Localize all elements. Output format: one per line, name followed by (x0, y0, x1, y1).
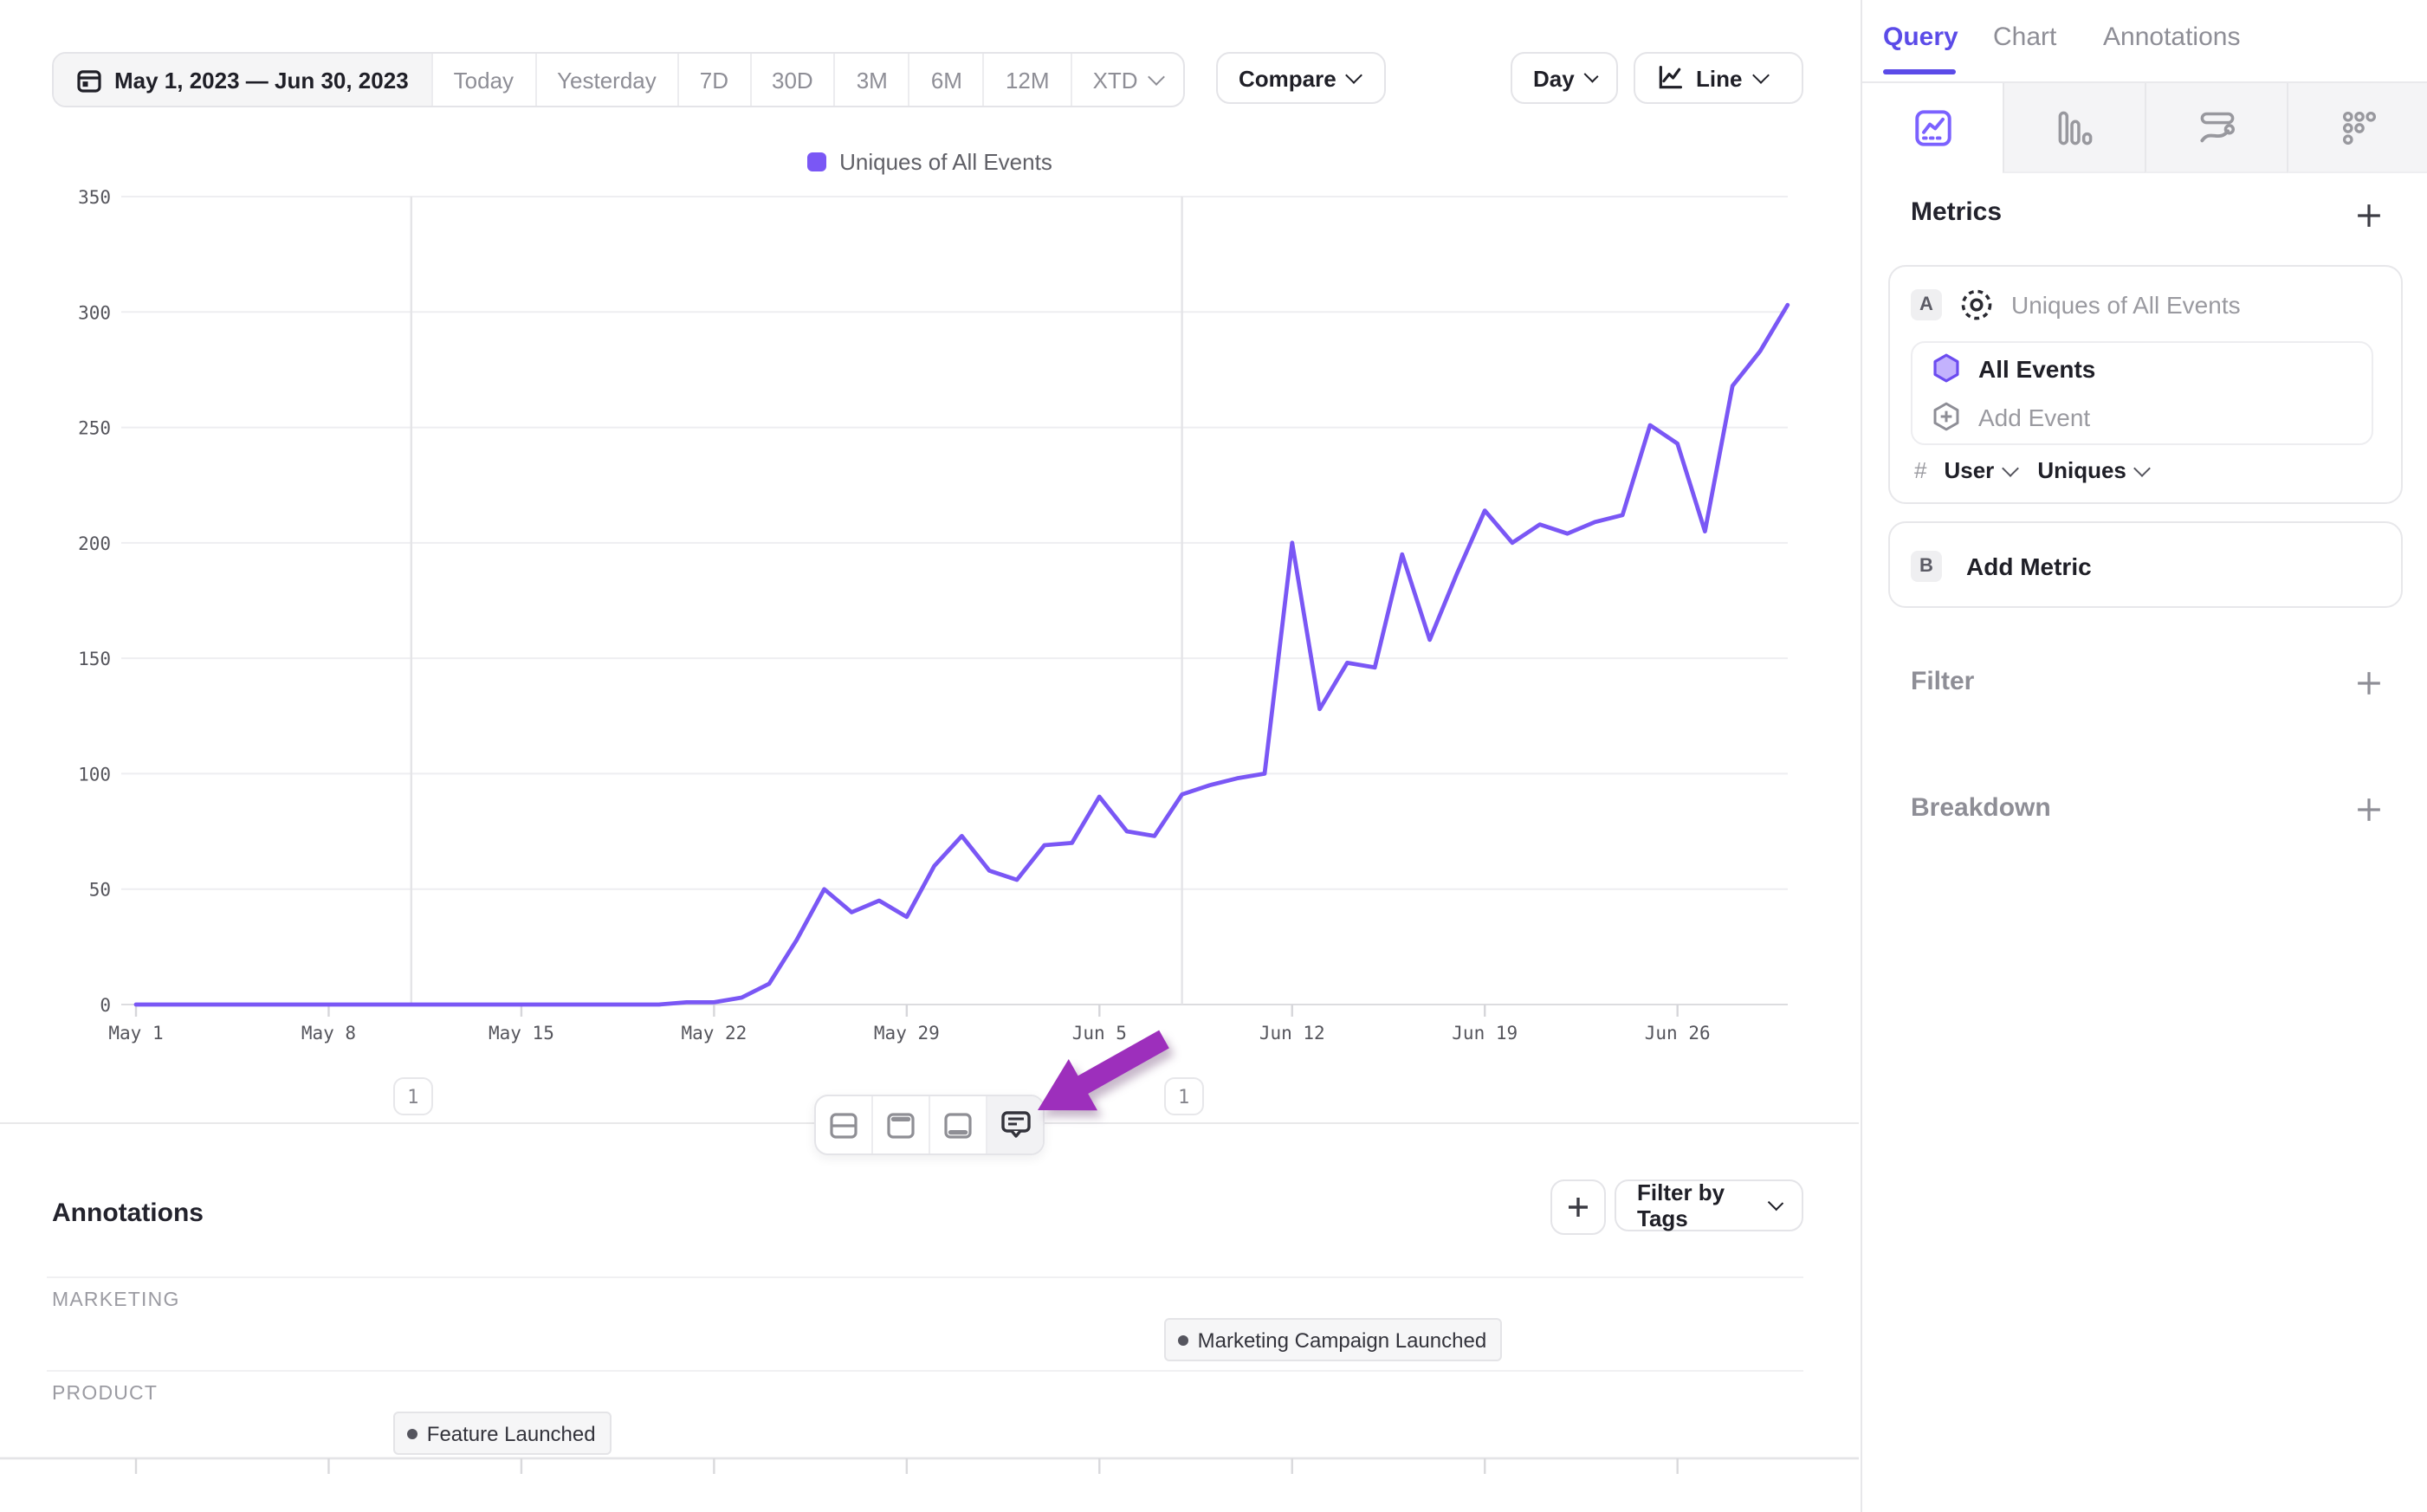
metrics-grid-icon (2340, 108, 2378, 146)
chart-layout-toolbar (814, 1095, 1045, 1155)
event-hexagon-icon (1932, 353, 1961, 383)
add-event-row[interactable]: Add Event (1932, 402, 2090, 431)
row-divider (47, 1276, 1803, 1278)
metric-a-card: A Uniques of All Events All Events (1888, 265, 2403, 504)
series-line (136, 305, 1788, 1005)
aggregation-row: # User Uniques (1914, 457, 2149, 483)
x-axis-label: May 22 (681, 1023, 747, 1044)
y-axis-label: 300 (78, 302, 111, 323)
annotation-badge[interactable]: Marketing Campaign Launched (1165, 1318, 1503, 1361)
x-axis-label: Jun 19 (1452, 1023, 1518, 1044)
insights-line-icon (1913, 109, 1951, 147)
x-axis-label: Jun 26 (1645, 1023, 1711, 1044)
annotations-timeline-ruler (0, 1455, 1859, 1479)
event-row-all-events[interactable]: All Events (1932, 353, 2095, 383)
panel-top-icon (885, 1109, 916, 1140)
panel-tab-query[interactable]: Query (1883, 23, 1958, 52)
y-axis-label: 200 (78, 533, 111, 554)
add-filter-button[interactable] (2354, 669, 2382, 696)
tab-metrics-grid[interactable] (2287, 83, 2427, 173)
panel-bottom-button[interactable] (929, 1096, 986, 1153)
metrics-section-title: Metrics (1911, 197, 2002, 227)
annotation-category-label: MARKETING (52, 1290, 180, 1311)
tab-flows[interactable] (2145, 83, 2287, 173)
annotations-section-title: Annotations (52, 1199, 204, 1228)
active-tab-underline (1883, 69, 1956, 74)
metric-a-header[interactable]: A Uniques of All Events (1911, 288, 2241, 322)
chevron-down-icon[interactable] (2134, 459, 2152, 476)
plus-icon (2355, 202, 2381, 228)
flows-icon (2197, 108, 2236, 146)
chevron-down-icon[interactable] (2002, 459, 2019, 476)
line-chart-canvas[interactable]: 0 50 100 150 200 250 300 350 May 1 May 8 May 15 May… (0, 0, 1859, 1122)
tab-bar-chart[interactable] (2003, 83, 2145, 173)
add-event-hexagon-icon (1932, 402, 1961, 431)
x-axis-label: May 1 (108, 1023, 163, 1044)
chevron-down-icon (1768, 1195, 1783, 1211)
y-axis-label: 100 (78, 764, 111, 785)
chart-type-tabbar (1862, 81, 2427, 173)
annotation-badge-label: Marketing Campaign Launched (1198, 1328, 1487, 1352)
bar-chart-icon (2055, 108, 2094, 146)
annotation-comment-button[interactable] (986, 1096, 1043, 1153)
aggregation-selector[interactable]: Uniques (2037, 457, 2126, 483)
x-axis-label: May 15 (489, 1023, 554, 1044)
add-breakdown-button[interactable] (2354, 795, 2382, 823)
row-divider (47, 1370, 1803, 1372)
panel-top-button[interactable] (871, 1096, 929, 1153)
annotation-dot-icon (1179, 1334, 1189, 1345)
y-axis-label: 50 (89, 880, 111, 901)
plus-icon (1566, 1195, 1590, 1219)
annotation-badge-label: Feature Launched (427, 1421, 596, 1445)
x-axis-label: May 8 (301, 1023, 356, 1044)
annotation-badge[interactable]: Feature Launched (394, 1412, 612, 1455)
x-axis-label: Jun 5 (1072, 1023, 1127, 1044)
insights-report-page: May 1, 2023 — Jun 30, 2023 TodayYesterda… (0, 0, 2427, 1512)
panel-tab-chart[interactable]: Chart (1993, 23, 2056, 52)
metric-a-name: Uniques of All Events (2011, 291, 2241, 319)
plus-icon (2355, 796, 2381, 822)
annotation-count-badge[interactable]: 1 (393, 1077, 433, 1115)
metric-b-card[interactable]: B Add Metric (1888, 521, 2403, 608)
metric-a-badge: A (1911, 289, 1942, 320)
event-list-card: All Events Add Event (1911, 341, 2373, 445)
x-axis-label: May 29 (874, 1023, 940, 1044)
count-symbol: # (1914, 457, 1926, 483)
panel-tab-annotations[interactable]: Annotations (2103, 23, 2240, 52)
entity-selector[interactable]: User (1944, 457, 1994, 483)
y-axis-label: 350 (78, 187, 111, 208)
panel-bottom-icon (942, 1109, 974, 1140)
y-axis-label: 0 (100, 995, 111, 1016)
breakdown-section-title: Breakdown (1911, 793, 2051, 823)
y-axis-label: 250 (78, 418, 111, 439)
annotation-category-label: PRODUCT (52, 1384, 158, 1405)
add-annotation-button[interactable] (1550, 1179, 1606, 1235)
add-event-label: Add Event (1978, 403, 2090, 430)
split-rows-button[interactable] (816, 1096, 871, 1153)
annotation-count-badge[interactable]: 1 (1164, 1077, 1204, 1115)
annotation-dot-icon (408, 1428, 418, 1438)
event-name: All Events (1978, 354, 2095, 382)
metric-b-badge: B (1911, 551, 1942, 582)
custom-event-gear-icon (1959, 288, 1994, 322)
y-axis-label: 150 (78, 649, 111, 669)
filter-by-tags-label: Filter by Tags (1637, 1179, 1758, 1231)
add-metric-plus-button[interactable] (2354, 201, 2382, 229)
filter-by-tags-button[interactable]: Filter by Tags (1615, 1179, 1803, 1231)
annotation-comment-icon (999, 1108, 1032, 1141)
split-rows-icon (828, 1109, 859, 1140)
tab-insights-line[interactable] (1862, 83, 2003, 173)
filter-section-title: Filter (1911, 667, 1974, 696)
plus-icon (2355, 669, 2381, 695)
add-metric-label: Add Metric (1966, 552, 2092, 580)
query-builder-panel: Query Chart Annotations (1861, 0, 2427, 1512)
x-axis-label: Jun 12 (1259, 1023, 1325, 1044)
